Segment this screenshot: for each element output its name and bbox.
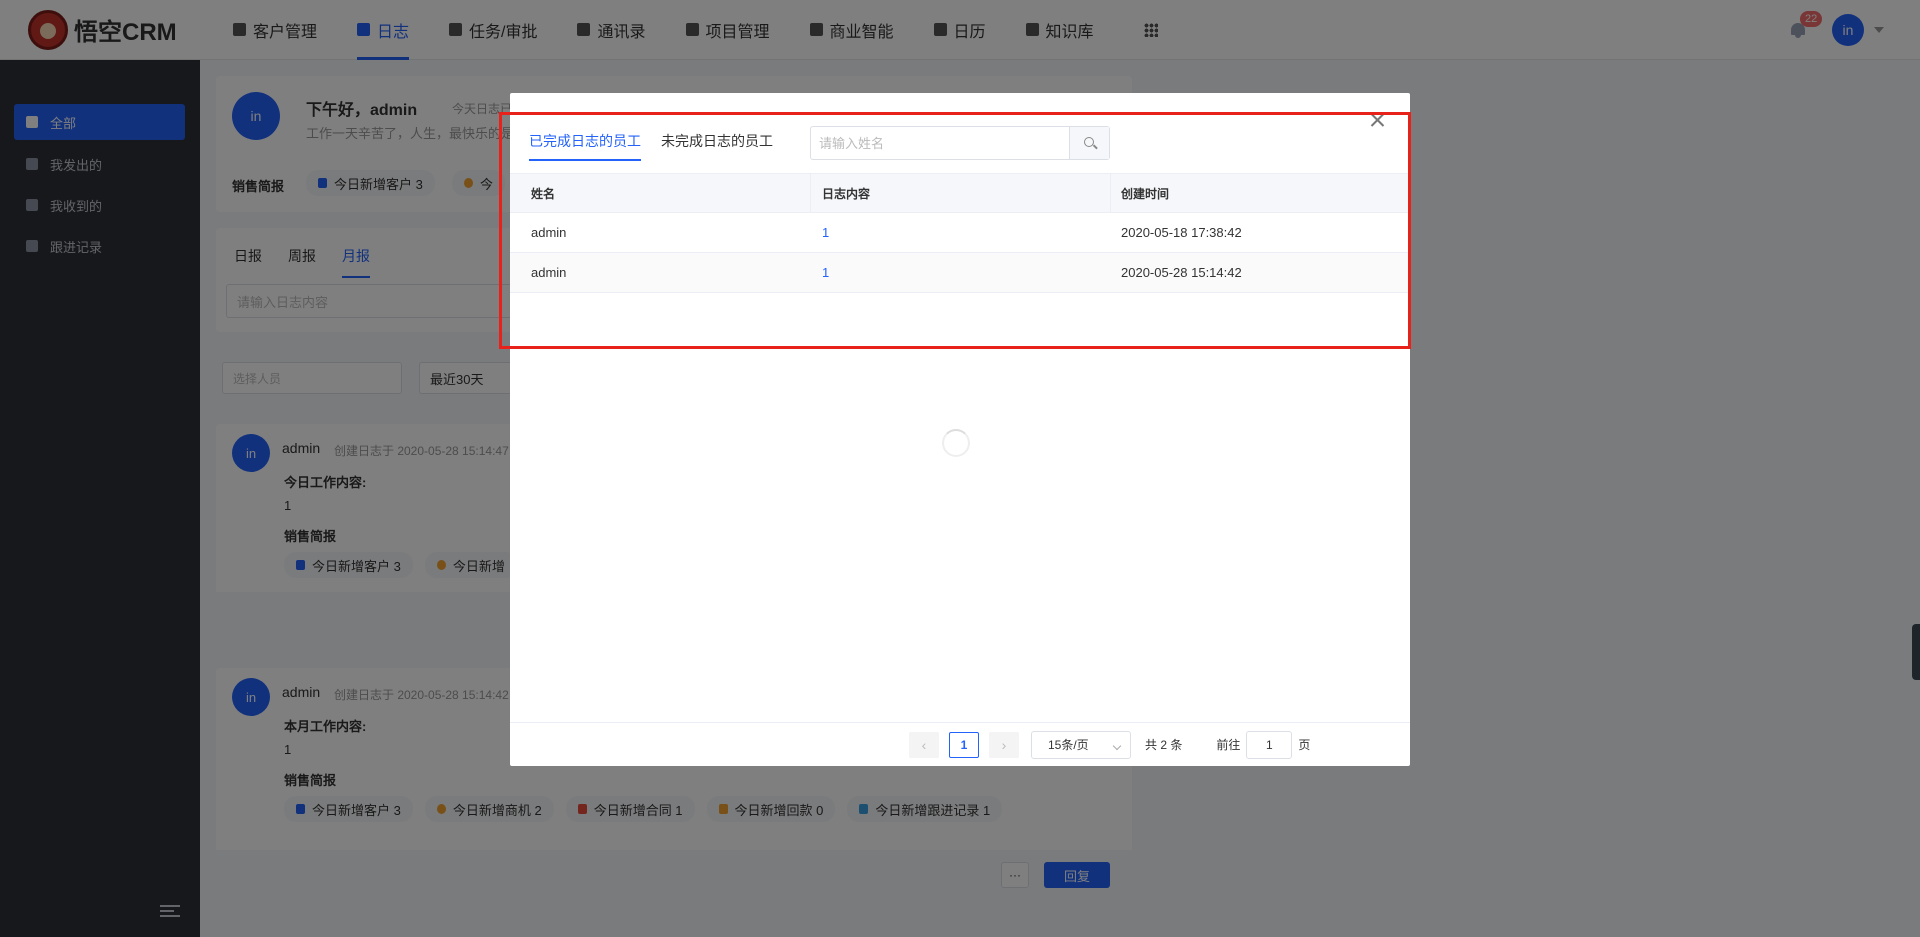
cell-created: 2020-05-18 17:38:42 xyxy=(1121,225,1242,240)
search-input[interactable] xyxy=(811,127,1069,159)
table-row[interactable]: admin 1 2020-05-28 15:14:42 xyxy=(510,253,1410,293)
name-search xyxy=(810,126,1110,160)
header-content: 日志内容 xyxy=(811,174,1111,212)
page-number-current[interactable]: 1 xyxy=(949,731,979,758)
header-name: 姓名 xyxy=(510,174,811,212)
loading-spinner-icon xyxy=(942,429,970,457)
page-suffix: 页 xyxy=(1298,738,1311,752)
pagination: ‹ 1 › 15条/页 共 2 条 前往 页 xyxy=(510,722,1410,766)
header-created: 创建时间 xyxy=(1121,186,1170,201)
tab-completed-employees[interactable]: 已完成日志的员工 xyxy=(529,131,641,161)
prev-page-button[interactable]: ‹ xyxy=(909,731,939,758)
next-page-button[interactable]: › xyxy=(989,731,1019,758)
goto-page-input[interactable] xyxy=(1246,730,1293,759)
cell-content-link[interactable]: 1 xyxy=(811,213,1111,252)
search-icon xyxy=(1084,137,1094,147)
cell-created: 2020-05-28 15:14:42 xyxy=(1121,265,1242,280)
cell-content-link[interactable]: 1 xyxy=(811,253,1111,292)
table-header: 姓名 日志内容 创建时间 xyxy=(510,173,1410,213)
cell-name: admin xyxy=(531,265,567,280)
employee-log-table: 姓名 日志内容 创建时间 admin 1 2020-05-18 17:38:42… xyxy=(510,173,1410,293)
tab-incomplete-employees[interactable]: 未完成日志的员工 xyxy=(661,131,773,161)
cell-name: admin xyxy=(531,225,567,240)
close-icon[interactable] xyxy=(1370,113,1384,127)
total-count: 共 2 条 xyxy=(1145,738,1183,752)
goto-label: 前往 xyxy=(1216,738,1241,752)
goto-page: 前往 页 xyxy=(1216,730,1311,759)
search-button[interactable] xyxy=(1069,127,1109,159)
dialog-tabs: 已完成日志的员工 未完成日志的员工 xyxy=(529,131,793,161)
table-row[interactable]: admin 1 2020-05-18 17:38:42 xyxy=(510,213,1410,253)
log-status-dialog: 已完成日志的员工 未完成日志的员工 姓名 日志内容 创建时间 admin 1 2… xyxy=(510,93,1410,766)
page-size-select[interactable]: 15条/页 xyxy=(1031,730,1131,759)
